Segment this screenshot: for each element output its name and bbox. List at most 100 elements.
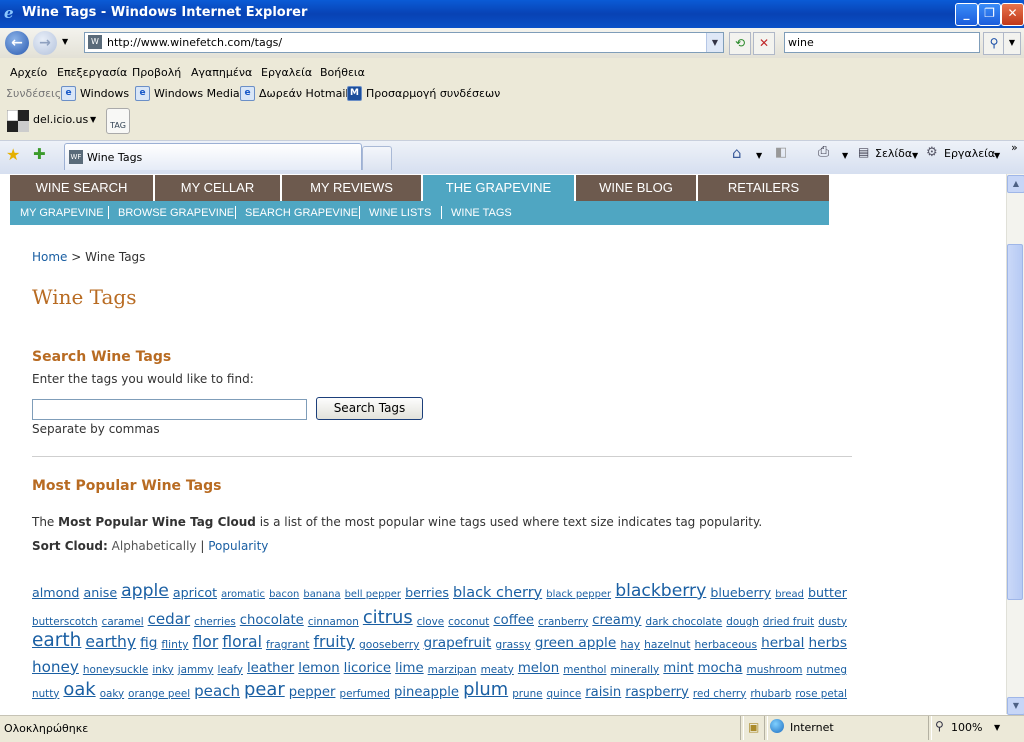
tag-link[interactable]: fruity xyxy=(314,635,355,651)
delicious-logo-icon[interactable] xyxy=(6,109,29,132)
tools-dropdown-icon[interactable]: ▼ xyxy=(994,151,1000,160)
tag-link[interactable]: butter xyxy=(808,587,847,600)
tag-link[interactable]: minerally xyxy=(610,664,659,675)
tag-link[interactable]: pepper xyxy=(289,686,336,699)
tag-link[interactable]: jammy xyxy=(178,664,214,675)
tag-link[interactable]: banana xyxy=(303,590,340,600)
maximize-button[interactable]: ❐ xyxy=(978,3,1001,26)
link-windows[interactable]: Windows xyxy=(80,87,129,100)
menu-tools[interactable]: Εργαλεία xyxy=(261,66,312,79)
address-bar[interactable]: W http://www.winefetch.com/tags/ ▼ xyxy=(84,32,724,53)
address-dropdown-icon[interactable]: ▼ xyxy=(706,33,723,52)
tag-link[interactable]: honey xyxy=(32,659,79,675)
tag-link[interactable]: licorice xyxy=(344,661,391,675)
history-dropdown-icon[interactable]: ▼ xyxy=(62,37,68,46)
tag-link[interactable]: oaky xyxy=(100,688,124,699)
tag-link[interactable]: clove xyxy=(417,616,444,627)
nav-the-grapevine[interactable]: THE GRAPEVINE xyxy=(423,175,576,201)
menu-favorites[interactable]: Αγαπημένα xyxy=(191,66,252,79)
chevron-more-icon[interactable]: » xyxy=(1011,141,1018,154)
tag-link[interactable]: flor xyxy=(193,635,219,651)
tag-link[interactable]: blueberry xyxy=(710,587,771,600)
tag-link[interactable]: pineapple xyxy=(394,686,459,699)
tag-link[interactable]: fig xyxy=(140,637,157,651)
nav-retailers[interactable]: RETAILERS xyxy=(698,175,829,201)
nav-wine-search[interactable]: WINE SEARCH xyxy=(10,175,155,201)
tag-link[interactable]: black cherry xyxy=(453,585,542,600)
subnav-browse-grapevine[interactable]: BROWSE GRAPEVINE xyxy=(118,207,234,219)
search-options-icon[interactable]: ▼ xyxy=(1003,32,1021,55)
tag-link[interactable]: oak xyxy=(63,681,95,699)
tag-link[interactable]: raspberry xyxy=(625,686,689,699)
tag-search-input[interactable] xyxy=(32,399,307,420)
tag-link[interactable]: melon xyxy=(518,661,559,675)
tag-link[interactable]: rhubarb xyxy=(750,688,791,699)
tag-link[interactable]: dough xyxy=(726,616,759,627)
tag-link[interactable]: menthol xyxy=(563,664,606,675)
tag-link[interactable]: leafy xyxy=(218,664,243,675)
tag-link[interactable]: fragrant xyxy=(266,640,310,651)
tag-link[interactable]: coconut xyxy=(448,616,489,627)
menu-edit[interactable]: Επεξεργασία xyxy=(57,66,127,79)
tag-link[interactable]: coffee xyxy=(493,614,534,627)
page-dropdown-icon[interactable]: ▼ xyxy=(912,151,918,160)
tag-link[interactable]: caramel xyxy=(102,616,144,627)
tag-link[interactable]: black pepper xyxy=(546,590,611,600)
tag-link[interactable]: pear xyxy=(244,681,285,699)
tag-link[interactable]: cedar xyxy=(148,611,191,627)
tag-link[interactable]: berries xyxy=(405,587,449,600)
feeds-icon[interactable]: ◧ xyxy=(775,145,787,160)
tag-link[interactable]: orange peel xyxy=(128,688,190,699)
tag-link[interactable]: mocha xyxy=(698,661,743,675)
tag-link[interactable]: raisin xyxy=(585,686,621,699)
tag-link[interactable]: herbaceous xyxy=(694,640,757,651)
nav-my-reviews[interactable]: MY REVIEWS xyxy=(282,175,423,201)
tag-link[interactable]: grapefruit xyxy=(423,637,491,651)
tag-link[interactable]: anise xyxy=(83,587,117,600)
tag-link[interactable]: lime xyxy=(395,661,424,675)
favorites-star-icon[interactable]: ★ xyxy=(6,145,20,164)
tag-button[interactable]: TAG xyxy=(106,108,130,134)
delicious-label[interactable]: del.icio.us xyxy=(33,113,88,126)
scroll-up-icon[interactable]: ▲ xyxy=(1007,175,1024,193)
forward-button[interactable]: → xyxy=(33,31,57,55)
delicious-dropdown-icon[interactable]: ▼ xyxy=(90,115,96,124)
tag-link[interactable]: meaty xyxy=(481,664,514,675)
scroll-down-icon[interactable]: ▼ xyxy=(1007,697,1024,715)
page-menu[interactable]: Σελίδα xyxy=(875,147,912,160)
tag-link[interactable]: leather xyxy=(247,661,294,675)
link-windows-media[interactable]: Windows Media xyxy=(154,87,240,100)
tag-link[interactable]: bread xyxy=(775,590,804,600)
link-customize-links[interactable]: Προσαρμογή συνδέσεων xyxy=(366,87,500,100)
search-input[interactable]: wine xyxy=(784,32,980,53)
tag-link[interactable]: nutmeg xyxy=(806,664,847,675)
tag-link[interactable]: herbs xyxy=(809,637,847,651)
tag-link[interactable]: nutty xyxy=(32,688,59,699)
tag-link[interactable]: apricot xyxy=(173,587,217,600)
tag-link[interactable]: bacon xyxy=(269,590,299,600)
subnav-wine-tags[interactable]: WINE TAGS xyxy=(451,207,512,219)
nav-my-cellar[interactable]: MY CELLAR xyxy=(155,175,282,201)
new-tab-button[interactable] xyxy=(362,146,392,170)
tag-link[interactable]: gooseberry xyxy=(359,640,419,651)
tag-link[interactable]: lemon xyxy=(298,661,339,675)
refresh-button[interactable]: ⟲ xyxy=(729,32,751,55)
breadcrumb-home[interactable]: Home xyxy=(32,250,67,264)
subnav-my-grapevine[interactable]: MY GRAPEVINE xyxy=(20,207,104,219)
tab-wine-tags[interactable]: WF Wine Tags xyxy=(64,143,362,170)
zoom-dropdown-icon[interactable]: ▼ xyxy=(994,723,1000,732)
tag-link[interactable]: butterscotch xyxy=(32,616,98,627)
tag-link[interactable]: cinnamon xyxy=(308,616,359,627)
menu-help[interactable]: Βοήθεια xyxy=(320,66,365,79)
tag-link[interactable]: honeysuckle xyxy=(83,664,148,675)
tag-link[interactable]: hay xyxy=(620,640,640,651)
stop-button[interactable]: ✕ xyxy=(753,32,775,55)
tag-link[interactable]: creamy xyxy=(592,614,641,627)
menu-view[interactable]: Προβολή xyxy=(132,66,181,79)
tag-link[interactable]: peach xyxy=(194,683,240,699)
tools-menu[interactable]: Εργαλεία xyxy=(944,147,995,160)
tag-link[interactable]: blackberry xyxy=(615,582,706,600)
menu-file[interactable]: Αρχείο xyxy=(10,66,47,79)
tag-link[interactable]: rose petal xyxy=(795,688,847,699)
tag-link[interactable]: citrus xyxy=(363,609,413,627)
